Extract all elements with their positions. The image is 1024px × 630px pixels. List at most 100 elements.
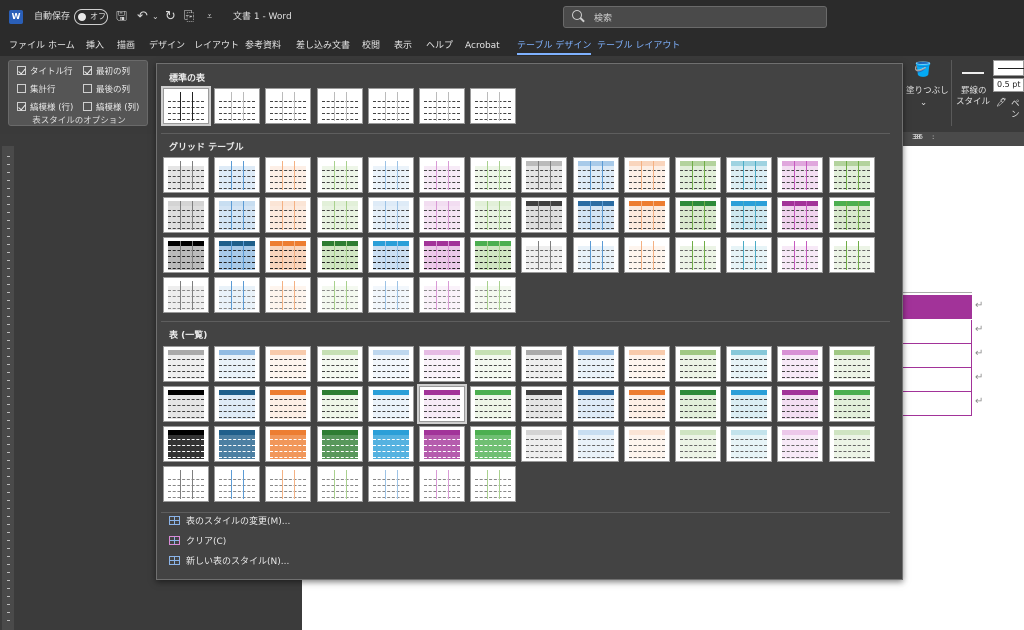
table-row[interactable] <box>902 392 972 416</box>
tab-table-layout[interactable]: テーブル レイアウト <box>597 39 680 53</box>
clear-item[interactable]: クリア(C) <box>169 536 226 549</box>
table-style-thumbnail[interactable] <box>265 197 312 233</box>
last-column-option[interactable]: 最後の列 <box>83 84 130 96</box>
table-style-thumbnail[interactable] <box>161 86 211 126</box>
table-style-thumbnail[interactable] <box>316 197 363 233</box>
table-style-thumbnail[interactable] <box>316 237 363 273</box>
table-style-thumbnail[interactable] <box>367 346 414 382</box>
table-style-thumbnail[interactable] <box>367 157 414 193</box>
table-style-thumbnail[interactable] <box>777 386 824 422</box>
tab-file[interactable]: ファイル <box>9 39 45 53</box>
table-style-thumbnail[interactable] <box>163 346 209 382</box>
tab-acrobat[interactable]: Acrobat <box>465 39 500 53</box>
table-style-thumbnail[interactable] <box>828 157 875 193</box>
table-style-thumbnail[interactable] <box>214 346 261 382</box>
table-style-thumbnail[interactable] <box>828 426 875 462</box>
pen-weight-select[interactable]: 0.5 pt <box>993 78 1024 92</box>
table-style-thumbnail[interactable] <box>214 197 261 233</box>
table-style-thumbnail[interactable] <box>572 426 619 462</box>
pen-color-label[interactable]: ペン <box>1011 99 1024 121</box>
table-style-thumbnail[interactable] <box>470 88 517 124</box>
table-style-thumbnail[interactable] <box>572 237 619 273</box>
table-style-thumbnail[interactable] <box>367 197 414 233</box>
save-icon[interactable]: 🖫 <box>116 9 127 25</box>
undo-icon[interactable]: ↶ <box>137 9 148 25</box>
table-style-thumbnail[interactable] <box>623 237 670 273</box>
table-style-thumbnail[interactable] <box>521 157 568 193</box>
table-style-thumbnail[interactable] <box>623 197 670 233</box>
table-style-thumbnail[interactable] <box>777 197 824 233</box>
table-style-thumbnail[interactable] <box>265 466 312 502</box>
table-style-thumbnail[interactable] <box>572 157 619 193</box>
table-style-thumbnail[interactable] <box>623 346 670 382</box>
tab-help[interactable]: ヘルプ <box>426 39 453 53</box>
table-style-thumbnail[interactable] <box>265 386 312 422</box>
table-style-thumbnail[interactable] <box>163 426 209 462</box>
tab-draw[interactable]: 描画 <box>117 39 135 53</box>
autosave-toggle[interactable]: オフ <box>74 9 108 25</box>
table-style-thumbnail[interactable] <box>265 237 312 273</box>
tab-references[interactable]: 参考資料 <box>245 39 281 53</box>
table-style-thumbnail[interactable] <box>623 157 670 193</box>
tab-view[interactable]: 表示 <box>394 39 412 53</box>
table-style-thumbnail[interactable] <box>214 157 261 193</box>
border-style-label-2[interactable]: スタイル <box>956 97 990 108</box>
table-style-thumbnail[interactable] <box>470 346 517 382</box>
table-style-thumbnail[interactable] <box>521 386 568 422</box>
banded-columns-option[interactable]: 縞模様 (列) <box>83 102 139 114</box>
table-style-thumbnail[interactable] <box>419 346 465 382</box>
first-column-option[interactable]: 最初の列 <box>83 66 130 78</box>
table-style-thumbnail[interactable] <box>163 237 209 273</box>
table-style-thumbnail[interactable] <box>675 426 721 462</box>
clipboard-icon[interactable]: ⎘ <box>184 9 194 25</box>
table-style-thumbnail[interactable] <box>316 88 363 124</box>
border-style-icon[interactable] <box>962 72 984 74</box>
table-style-thumbnail[interactable] <box>675 237 721 273</box>
table-style-thumbnail[interactable] <box>726 157 773 193</box>
table-style-thumbnail[interactable] <box>163 277 209 313</box>
table-style-thumbnail[interactable] <box>163 197 209 233</box>
border-style-label-1[interactable]: 罫線の <box>961 86 987 97</box>
table-style-thumbnail[interactable] <box>726 346 773 382</box>
tab-table-design[interactable]: テーブル デザイン <box>517 39 592 55</box>
table-style-thumbnail[interactable] <box>828 197 875 233</box>
table-style-thumbnail[interactable] <box>214 466 261 502</box>
table-style-thumbnail[interactable] <box>316 157 363 193</box>
table-style-thumbnail[interactable] <box>316 386 363 422</box>
total-row-option[interactable]: 集計行 <box>17 84 56 96</box>
table-style-thumbnail[interactable] <box>470 197 517 233</box>
table-style-thumbnail[interactable] <box>675 197 721 233</box>
table-style-thumbnail[interactable] <box>623 386 670 422</box>
table-style-thumbnail[interactable] <box>521 426 568 462</box>
tab-mailings[interactable]: 差し込み文書 <box>296 39 350 53</box>
table-style-thumbnail[interactable] <box>521 237 568 273</box>
table-row[interactable] <box>902 320 972 344</box>
table-style-thumbnail[interactable] <box>521 346 568 382</box>
line-style-select[interactable] <box>993 60 1024 76</box>
shading-button-label[interactable]: 塗りつぶし <box>906 86 949 97</box>
table-row[interactable] <box>902 368 972 392</box>
table-style-thumbnail[interactable] <box>777 237 824 273</box>
table-style-thumbnail[interactable] <box>367 88 414 124</box>
checkbox-unchecked[interactable] <box>83 102 92 111</box>
table-style-thumbnail[interactable] <box>163 386 209 422</box>
table-style-thumbnail[interactable] <box>419 277 465 313</box>
table-style-thumbnail[interactable] <box>367 466 414 502</box>
modify-table-style-item[interactable]: 表のスタイルの変更(M)... <box>169 516 290 529</box>
table-style-thumbnail[interactable] <box>316 426 363 462</box>
table-style-thumbnail[interactable] <box>214 237 261 273</box>
table-style-thumbnail[interactable] <box>828 346 875 382</box>
paint-bucket-icon[interactable]: 🪣 <box>914 62 932 80</box>
table-style-thumbnail[interactable] <box>470 277 517 313</box>
table-style-thumbnail[interactable] <box>623 426 670 462</box>
table-style-thumbnail[interactable] <box>828 386 875 422</box>
table-style-thumbnail[interactable] <box>675 157 721 193</box>
table-style-thumbnail[interactable] <box>214 386 261 422</box>
checkbox-checked[interactable] <box>17 102 26 111</box>
table-style-thumbnail[interactable] <box>470 237 517 273</box>
table-header-row[interactable] <box>902 295 972 319</box>
table-style-thumbnail[interactable] <box>265 157 312 193</box>
table-style-thumbnail[interactable] <box>214 426 261 462</box>
checkbox-unchecked[interactable] <box>83 84 92 93</box>
table-style-thumbnail[interactable] <box>675 346 721 382</box>
